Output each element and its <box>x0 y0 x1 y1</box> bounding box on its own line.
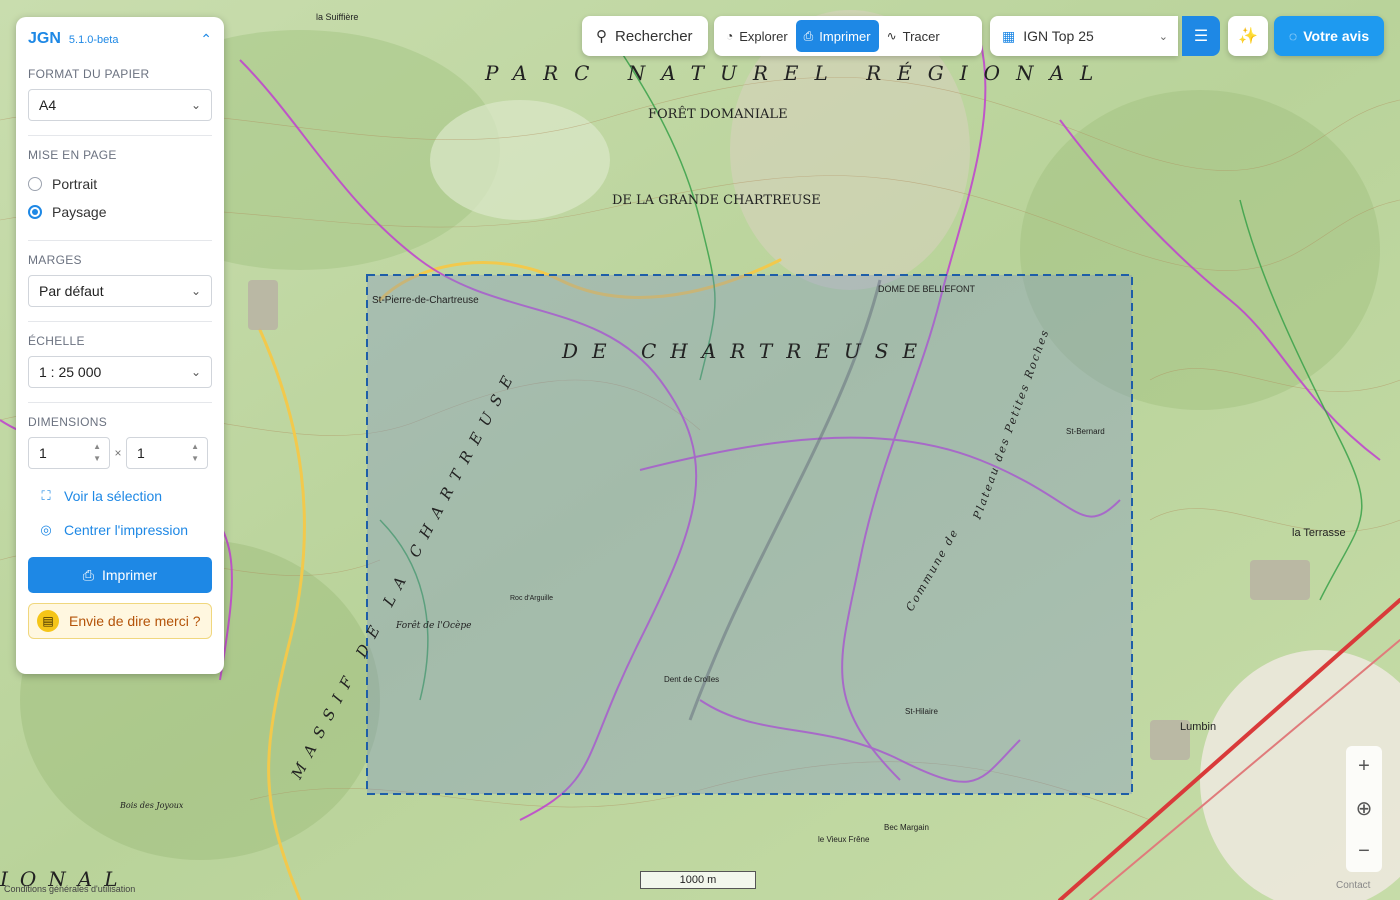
paper-format-value: A4 <box>39 97 57 113</box>
printer-icon: ⎙ <box>82 566 94 583</box>
divider <box>28 321 212 322</box>
label-lumbin: Lumbin <box>1180 721 1216 733</box>
chevron-down-icon: ⌄ <box>190 284 201 298</box>
scale-value: 1 : 25 000 <box>39 364 102 380</box>
mode-imprimer-label: Imprimer <box>819 28 871 44</box>
label-st-bernard: St-Bernard <box>1066 427 1105 436</box>
label-de-chartreuse: DE CHARTREUSE <box>561 339 931 363</box>
radio-paysage-circle[interactable] <box>28 205 42 219</box>
scale-select[interactable]: 1 : 25 000 ⌄ <box>28 356 212 388</box>
width-input[interactable]: 1 ▲ ▼ <box>28 437 110 469</box>
width-value: 1 <box>39 445 47 461</box>
scale-bar: 1000 m <box>640 871 756 889</box>
chat-icon: ◌ <box>1288 28 1298 44</box>
mode-imprimer[interactable]: ⎙ Imprimer <box>795 20 879 52</box>
label-foret-domaniale: FORÊT DOMANIALE <box>648 106 788 122</box>
margins-value: Par défaut <box>39 283 104 299</box>
label-st-pierre: St-Pierre-de-Chartreuse <box>372 295 479 306</box>
layers-icon: ☰ <box>1193 28 1209 45</box>
expand-icon: ⛶ <box>41 488 51 503</box>
target-icon: ◎ <box>40 522 52 537</box>
radio-portrait[interactable]: Portrait <box>28 170 212 198</box>
search-label: Rechercher <box>615 27 693 45</box>
label-la-terrasse: la Terrasse <box>1292 527 1346 539</box>
radio-paysage[interactable]: Paysage <box>28 198 212 226</box>
height-input[interactable]: 1 ▲ ▼ <box>126 437 208 469</box>
compass-icon: ◔ <box>726 29 734 43</box>
label-dome: DOME DE BELLEFONT <box>878 284 976 294</box>
print-panel: JGN 5.1.0-beta ⌃ FORMAT DU PAPIER A4 ⌄ M… <box>16 17 224 674</box>
center-print-link[interactable]: ◎ Centrer l'impression <box>28 513 212 547</box>
print-button-label: Imprimer <box>101 567 158 583</box>
search-icon: ⚲ <box>596 28 607 45</box>
search-button[interactable]: ⚲ Rechercher <box>582 16 708 56</box>
layout-label: MISE EN PAGE <box>28 148 117 162</box>
mode-tracer[interactable]: ∿ Tracer <box>879 20 948 52</box>
route-icon: ∿ <box>886 29 897 43</box>
dimensions-row: 1 ▲ ▼ × 1 ▲ ▼ <box>28 437 212 469</box>
app-version: 5.1.0-beta <box>68 34 119 46</box>
contact-link[interactable]: Contact <box>1336 880 1370 891</box>
globe-icon[interactable]: ⊕ <box>1356 796 1373 821</box>
map-icon: ▦ <box>1002 27 1016 44</box>
zoom-out-icon[interactable]: − <box>1358 840 1370 863</box>
layer-value: IGN Top 25 <box>1023 28 1094 44</box>
divider <box>28 240 212 241</box>
see-selection-link[interactable]: ⛶ Voir la sélection <box>28 479 212 513</box>
chevron-down-icon: ⌄ <box>190 365 201 379</box>
height-value: 1 <box>137 445 145 461</box>
panel-header: JGN 5.1.0-beta ⌃ <box>28 17 212 61</box>
label-foret-ocepe: Forêt de l'Ocèpe <box>395 620 471 631</box>
mode-tracer-label: Tracer <box>902 28 940 44</box>
height-stepper-icon[interactable]: ▲ ▼ <box>191 441 199 465</box>
paper-format-select[interactable]: A4 ⌄ <box>28 89 212 121</box>
margins-select[interactable]: Par défaut ⌄ <box>28 275 212 307</box>
layers-button[interactable]: ☰ <box>1182 16 1220 56</box>
center-print-label: Centrer l'impression <box>64 522 189 538</box>
chevron-down-icon: ⌄ <box>1158 30 1168 43</box>
radio-paysage-label: Paysage <box>52 204 107 220</box>
printer-icon: ⎙ <box>803 28 814 43</box>
mode-switcher: ◔ Explorer ⎙ Imprimer ∿ Tracer <box>714 16 982 56</box>
radio-portrait-circle[interactable] <box>28 177 42 191</box>
thanks-label: Envie de dire merci ? <box>69 613 201 629</box>
mode-explorer[interactable]: ◔ Explorer <box>718 20 796 52</box>
label-bois-joyoux: Bois des Joyoux <box>119 801 184 810</box>
radio-portrait-label: Portrait <box>52 176 98 192</box>
paper-format-label: FORMAT DU PAPIER <box>28 67 150 81</box>
layer-select[interactable]: ▦ IGN Top 25 ⌄ <box>990 16 1178 56</box>
print-button[interactable]: ⎙ Imprimer <box>28 557 212 593</box>
divider <box>28 402 212 403</box>
see-selection-label: Voir la sélection <box>64 488 163 504</box>
scale-label: ÉCHELLE <box>28 334 85 348</box>
coin-icon: ▤ <box>37 610 59 632</box>
zoom-controls: + ⊕ − <box>1346 746 1382 872</box>
label-bec-margain: Bec Margain <box>884 823 929 832</box>
dimensions-separator: × <box>114 446 122 460</box>
label-st-hilaire: St-Hilaire <box>905 707 938 716</box>
dimensions-label: DIMENSIONS <box>28 415 108 429</box>
divider <box>28 135 212 136</box>
sparkle-button[interactable]: ✨ <box>1228 16 1268 56</box>
label-dent-de-crolles: Dent de Crolles <box>664 675 719 684</box>
label-parc: PARC NATUREL RÉGIONAL <box>484 61 1109 85</box>
margins-label: MARGES <box>28 253 82 267</box>
label-vieux-frene: le Vieux Frêne <box>818 835 870 844</box>
feedback-button[interactable]: ◌ Votre avis <box>1274 16 1384 56</box>
label-roc-arguille: Roc d'Arguille <box>510 595 553 602</box>
feedback-label: Votre avis <box>1303 28 1370 44</box>
width-stepper-icon[interactable]: ▲ ▼ <box>93 441 101 465</box>
label-suiffiere: la Suiffière <box>316 12 358 22</box>
mode-explorer-label: Explorer <box>739 28 788 44</box>
zoom-in-icon[interactable]: + <box>1358 755 1370 778</box>
collapse-chevron-up-icon[interactable]: ⌃ <box>200 31 212 48</box>
label-grande-chartreuse: DE LA GRANDE CHARTREUSE <box>612 193 821 208</box>
thanks-button[interactable]: ▤ Envie de dire merci ? <box>28 603 212 639</box>
sparkle-icon: ✨ <box>1238 28 1258 45</box>
terms-link[interactable]: Conditions générales d'utilisation <box>4 884 135 894</box>
app-name: JGN <box>28 30 61 47</box>
chevron-down-icon: ⌄ <box>190 98 201 112</box>
